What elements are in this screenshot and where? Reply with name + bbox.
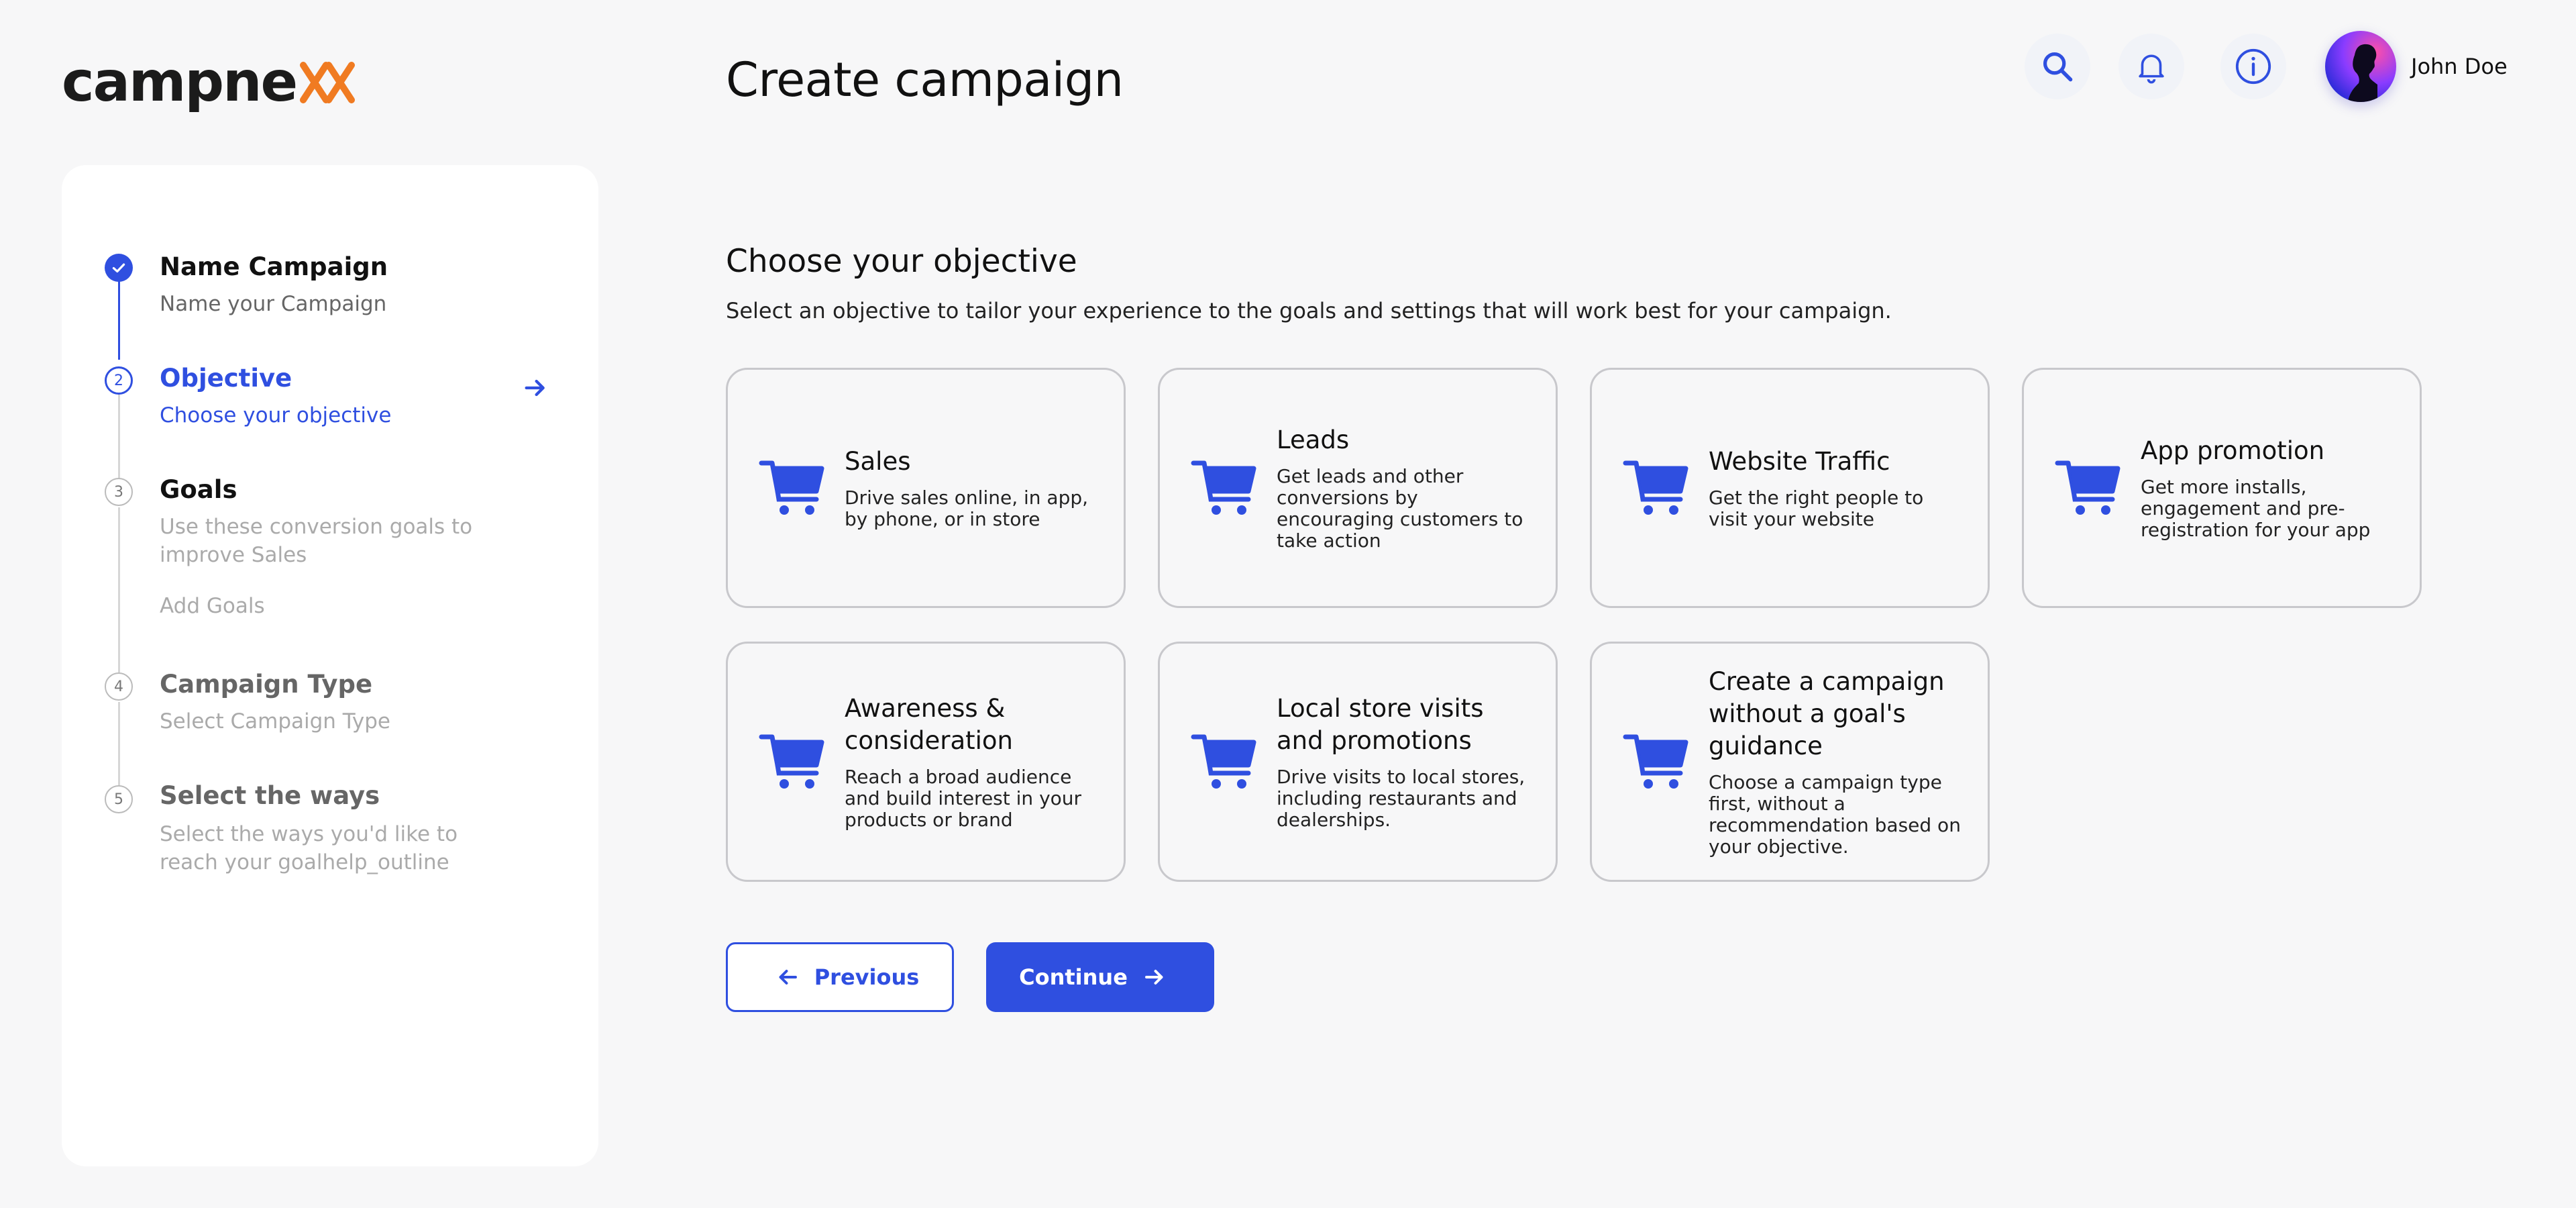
objective-title: Local store visits and promotions: [1277, 694, 1484, 755]
objective-title: Website Traffic: [1709, 447, 1890, 476]
step-4-number: 4: [105, 672, 133, 701]
step-3-add-goals[interactable]: Add Goals: [160, 592, 522, 620]
step-2-subtitle: Choose your objective: [160, 403, 392, 427]
cart-icon: [1191, 734, 1256, 789]
step-3-subtitle: Use these conversion goals to improve Sa…: [160, 515, 473, 567]
objective-card-leads[interactable]: Leads Get leads and other conversions by…: [1158, 368, 1558, 608]
cart-icon: [1623, 460, 1688, 515]
objective-description: Reach a broad audience and build interes…: [845, 766, 1082, 831]
page-title: Create campaign: [726, 52, 1124, 107]
step-connector: [118, 281, 120, 360]
step-2-title[interactable]: Objective: [160, 364, 292, 393]
continue-label: Continue: [1019, 964, 1128, 990]
step-2-number: 2: [105, 366, 133, 395]
step-1-subtitle: Name your Campaign: [160, 292, 387, 316]
step-connector: [118, 507, 120, 672]
objective-card-sales[interactable]: Sales Drive sales online, in app, by pho…: [726, 368, 1126, 608]
objective-title: Create a campaign without a goal's guida…: [1709, 667, 1945, 760]
objective-description: Get leads and other conversions by encou…: [1277, 465, 1523, 552]
objective-card-awareness[interactable]: Awareness & consideration Reach a broad …: [726, 642, 1126, 882]
info-button[interactable]: [2220, 34, 2286, 99]
cart-icon: [759, 460, 824, 515]
objective-description: Get the right people to visit your websi…: [1709, 487, 1924, 530]
avatar[interactable]: [2325, 31, 2396, 102]
arrow-right-icon: [1144, 970, 1163, 985]
objective-title: App promotion: [2141, 436, 2325, 465]
step-3-number: 3: [105, 478, 133, 506]
section-description: Select an objective to tailor your exper…: [726, 298, 1892, 323]
objective-description: Choose a campaign type first, without a …: [1709, 771, 1961, 858]
cart-icon: [1623, 734, 1688, 789]
step-1-title[interactable]: Name Campaign: [160, 252, 388, 281]
logo-x-mark: [300, 62, 356, 103]
bell-icon: [2139, 54, 2164, 84]
objective-card-website-traffic[interactable]: Website Traffic Get the right people to …: [1590, 368, 1990, 608]
user-name[interactable]: John Doe: [2411, 54, 2508, 79]
info-icon: [2235, 48, 2271, 85]
avatar-silhouette: [2348, 44, 2377, 102]
step-5-number: 5: [105, 785, 133, 813]
arrow-left-icon: [779, 970, 797, 985]
search-icon: [2043, 52, 2073, 82]
step-5-title[interactable]: Select the ways: [160, 781, 380, 810]
cart-icon: [1191, 460, 1256, 515]
objective-title: Leads: [1277, 425, 1350, 454]
objective-description: Drive visits to local stores, including …: [1277, 766, 1525, 831]
step-4-title[interactable]: Campaign Type: [160, 670, 372, 699]
search-button[interactable]: [2025, 34, 2090, 99]
notifications-button[interactable]: [2118, 34, 2184, 99]
section-title: Choose your objective: [726, 243, 1077, 280]
objective-description: Get more installs, engagement and pre-re…: [2141, 476, 2371, 541]
objective-card-no-goal[interactable]: Create a campaign without a goal's guida…: [1590, 642, 1990, 882]
step-2-arrow-right-icon[interactable]: [522, 374, 549, 401]
continue-button[interactable]: Continue: [986, 942, 1214, 1012]
previous-label: Previous: [814, 964, 920, 990]
step-connector: [118, 395, 120, 482]
app-logo[interactable]: campne: [62, 55, 357, 110]
step-1-check-icon: [105, 254, 133, 282]
step-3-title[interactable]: Goals: [160, 475, 237, 504]
objective-card-local-store-visits[interactable]: Local store visits and promotions Drive …: [1158, 642, 1558, 882]
cart-icon: [759, 734, 824, 789]
objective-title: Awareness & consideration: [845, 694, 1013, 755]
step-4-subtitle: Select Campaign Type: [160, 709, 390, 734]
objective-description: Drive sales online, in app, by phone, or…: [845, 487, 1089, 530]
step-5-subtitle: Select the ways you'd like to reach your…: [160, 822, 458, 874]
objective-card-app-promotion[interactable]: App promotion Get more installs, engagem…: [2022, 368, 2422, 608]
cart-icon: [2055, 460, 2121, 515]
objective-title: Sales: [845, 447, 911, 476]
logo-text: campne: [62, 50, 298, 114]
step-connector: [118, 702, 120, 788]
previous-button[interactable]: Previous: [726, 942, 954, 1012]
